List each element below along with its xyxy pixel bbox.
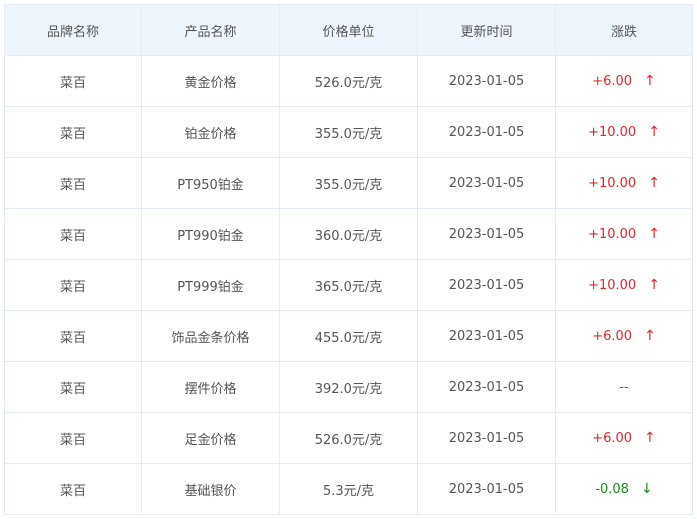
- brand-cell: 菜百: [4, 310, 142, 362]
- update-time-cell: 2023-01-05: [417, 55, 556, 107]
- change-value: +6.00: [592, 328, 633, 344]
- product-name-cell: 饰品金条价格: [141, 310, 280, 362]
- brand-cell: 菜百: [4, 157, 142, 209]
- product-name-cell: 摆件价格: [141, 361, 280, 413]
- brand-cell: 菜百: [4, 412, 142, 464]
- change-cell: +6.00 ↑: [555, 412, 693, 464]
- change-value-group: +6.00 ↑: [592, 431, 656, 446]
- arrow-up-icon: ↑: [648, 175, 660, 191]
- brand-cell: 菜百: [4, 106, 142, 158]
- change-cell: +10.00 ↑: [555, 106, 693, 158]
- price-unit-cell: 5.3元/克: [279, 463, 418, 515]
- change-value: +10.00: [588, 175, 637, 191]
- arrow-up-icon: ↑: [644, 328, 656, 344]
- product-name-cell: PT999铂金: [141, 259, 280, 311]
- arrow-down-icon: ↓: [640, 481, 653, 497]
- table-row: 菜百 足金价格 526.0元/克 2023-01-05 +6.00 ↑: [4, 412, 693, 464]
- price-unit-cell: 355.0元/克: [279, 106, 418, 158]
- price-unit-cell: 526.0元/克: [279, 55, 418, 107]
- price-unit-cell: 355.0元/克: [279, 157, 418, 209]
- table-row: 菜百 PT999铂金 365.0元/克 2023-01-05 +10.00 ↑: [4, 259, 693, 311]
- change-value-group: +10.00 ↑: [588, 278, 660, 293]
- product-name-cell: PT950铂金: [141, 157, 280, 209]
- change-value: +10.00: [588, 226, 637, 242]
- column-header-change: 涨跌: [555, 4, 693, 56]
- update-time-cell: 2023-01-05: [417, 361, 556, 413]
- arrow-up-icon: ↑: [644, 73, 656, 89]
- column-header-update-time: 更新时间: [417, 4, 556, 56]
- update-time-cell: 2023-01-05: [417, 208, 556, 260]
- change-cell: --: [555, 361, 693, 413]
- change-value-group: +6.00 ↑: [592, 329, 656, 344]
- product-name-cell: 黄金价格: [141, 55, 280, 107]
- update-time-cell: 2023-01-05: [417, 157, 556, 209]
- change-value: +6.00: [592, 430, 633, 446]
- table-row: 菜百 基础银价 5.3元/克 2023-01-05 -0.08 ↓: [4, 463, 693, 515]
- table-header-row: 品牌名称 产品名称 价格单位 更新时间 涨跌: [4, 4, 693, 56]
- table-body: 菜百 黄金价格 526.0元/克 2023-01-05 +6.00 ↑ 菜百 铂金价格 355.…: [4, 55, 693, 515]
- product-name-cell: 基础银价: [141, 463, 280, 515]
- column-header-brand: 品牌名称: [4, 4, 142, 56]
- change-value-group: +10.00 ↑: [588, 125, 660, 140]
- table-row: 菜百 PT990铂金 360.0元/克 2023-01-05 +10.00 ↑: [4, 208, 693, 260]
- price-unit-cell: 365.0元/克: [279, 259, 418, 311]
- brand-cell: 菜百: [4, 361, 142, 413]
- brand-cell: 菜百: [4, 463, 142, 515]
- change-value-group: --: [619, 380, 628, 395]
- arrow-up-icon: ↑: [648, 124, 660, 140]
- change-cell: +10.00 ↑: [555, 208, 693, 260]
- table-row: 菜百 黄金价格 526.0元/克 2023-01-05 +6.00 ↑: [4, 55, 693, 107]
- change-value-group: -0.08 ↓: [595, 482, 652, 497]
- update-time-cell: 2023-01-05: [417, 412, 556, 464]
- product-name-cell: PT990铂金: [141, 208, 280, 260]
- column-header-price-unit: 价格单位: [279, 4, 418, 56]
- update-time-cell: 2023-01-05: [417, 259, 556, 311]
- table-row: 菜百 铂金价格 355.0元/克 2023-01-05 +10.00 ↑: [4, 106, 693, 158]
- price-table: 品牌名称 产品名称 价格单位 更新时间 涨跌 菜百 黄金价格 526.0元/克 202…: [4, 4, 693, 515]
- change-value: +6.00: [592, 73, 633, 89]
- brand-cell: 菜百: [4, 208, 142, 260]
- change-value: --: [619, 379, 629, 395]
- change-value-group: +10.00 ↑: [588, 176, 660, 191]
- product-name-cell: 铂金价格: [141, 106, 280, 158]
- price-unit-cell: 392.0元/克: [279, 361, 418, 413]
- update-time-cell: 2023-01-05: [417, 106, 556, 158]
- update-time-cell: 2023-01-05: [417, 463, 556, 515]
- arrow-up-icon: ↑: [648, 226, 660, 242]
- update-time-cell: 2023-01-05: [417, 310, 556, 362]
- table-row: 菜百 摆件价格 392.0元/克 2023-01-05 --: [4, 361, 693, 413]
- product-name-cell: 足金价格: [141, 412, 280, 464]
- brand-cell: 菜百: [4, 55, 142, 107]
- price-unit-cell: 526.0元/克: [279, 412, 418, 464]
- change-value-group: +10.00 ↑: [588, 227, 660, 242]
- change-cell: +6.00 ↑: [555, 55, 693, 107]
- change-cell: +10.00 ↑: [555, 259, 693, 311]
- change-cell: +10.00 ↑: [555, 157, 693, 209]
- column-header-product: 产品名称: [141, 4, 280, 56]
- brand-cell: 菜百: [4, 259, 142, 311]
- table-row: 菜百 饰品金条价格 455.0元/克 2023-01-05 +6.00 ↑: [4, 310, 693, 362]
- change-cell: -0.08 ↓: [555, 463, 693, 515]
- change-value: +10.00: [588, 124, 637, 140]
- price-table-container: 品牌名称 产品名称 价格单位 更新时间 涨跌 菜百 黄金价格 526.0元/克 202…: [4, 4, 693, 515]
- change-value: -0.08: [595, 481, 629, 497]
- price-unit-cell: 455.0元/克: [279, 310, 418, 362]
- change-value: +10.00: [588, 277, 637, 293]
- arrow-up-icon: ↑: [644, 430, 656, 446]
- arrow-up-icon: ↑: [648, 277, 660, 293]
- table-row: 菜百 PT950铂金 355.0元/克 2023-01-05 +10.00 ↑: [4, 157, 693, 209]
- change-cell: +6.00 ↑: [555, 310, 693, 362]
- change-value-group: +6.00 ↑: [592, 74, 656, 89]
- price-unit-cell: 360.0元/克: [279, 208, 418, 260]
